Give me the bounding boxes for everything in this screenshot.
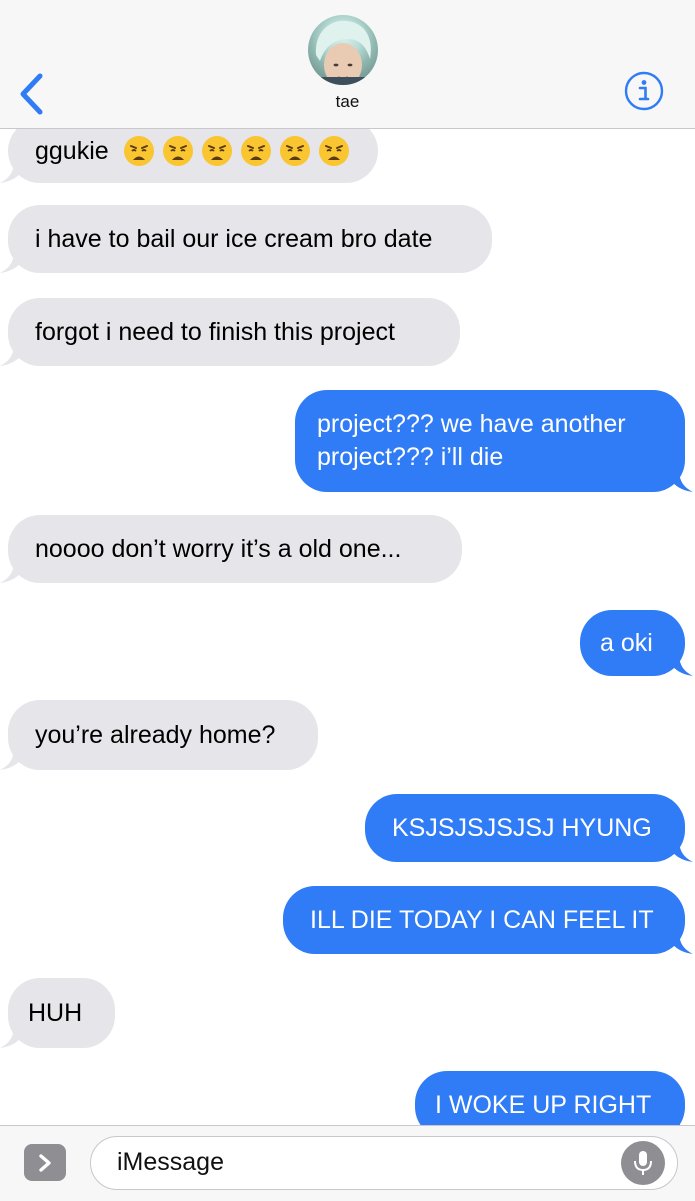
message-text: forgot i need to finish this project (35, 317, 395, 346)
incoming-message-bubble[interactable]: i have to bail our ice cream bro date (0, 205, 492, 273)
outgoing-message-bubble[interactable]: KSJSJSJSJSJ HYUNG (365, 794, 693, 862)
message-text: noooo don’t worry it’s a old one... (35, 534, 402, 563)
info-button[interactable] (623, 70, 665, 112)
chevron-right-icon (39, 1154, 51, 1172)
message-text: i have to bail our ice cream bro date (35, 224, 433, 253)
outgoing-message-bubble[interactable]: a oki (580, 610, 693, 676)
conversation-header: tae (0, 0, 695, 129)
message-text: a oki (600, 628, 653, 657)
imessage-placeholder: iMessage (117, 1148, 224, 1176)
incoming-message-bubble[interactable]: you’re already home? (0, 700, 318, 770)
weary-face-icon (123, 136, 154, 166)
weary-face-icon (240, 136, 271, 166)
imessage-input[interactable]: iMessage (90, 1136, 678, 1190)
contact-avatar[interactable] (308, 15, 378, 85)
message-text: HUH (28, 998, 83, 1027)
message-text: KSJSJSJSJSJ HYUNG (392, 813, 652, 842)
message-text: I WOKE UP RIGHT (435, 1090, 652, 1119)
outgoing-message-bubble[interactable]: project??? we have another project??? i’… (295, 390, 693, 492)
weary-face-icon (162, 136, 193, 166)
incoming-message-bubble[interactable]: HUH (0, 978, 115, 1048)
weary-face-icon (279, 136, 310, 166)
weary-face-icon (201, 136, 232, 166)
dictation-button[interactable] (621, 1141, 665, 1185)
info-icon (624, 71, 664, 111)
message-text: project??? we have another project??? i’… (317, 410, 626, 471)
message-text: you’re already home? (35, 720, 276, 749)
incoming-message-bubble[interactable]: forgot i need to finish this project (0, 298, 460, 366)
incoming-message-bubble[interactable]: ggukie (0, 129, 378, 183)
microphone-icon (634, 1151, 652, 1175)
weary-face-icon (318, 136, 349, 166)
outgoing-message-bubble[interactable]: ILL DIE TODAY I CAN FEEL IT (283, 886, 693, 954)
apps-button[interactable] (24, 1144, 66, 1181)
contact-name[interactable]: tae (0, 92, 695, 112)
message-transcript[interactable]: ggukie i have to bail our ice cream bro … (0, 129, 695, 1125)
message-text: ILL DIE TODAY I CAN FEEL IT (310, 905, 654, 934)
message-text: ggukie (35, 136, 109, 165)
outgoing-message-bubble[interactable]: I WOKE UP RIGHT (415, 1071, 685, 1125)
incoming-message-bubble[interactable]: noooo don’t worry it’s a old one... (0, 515, 462, 583)
message-composer: iMessage (0, 1125, 695, 1201)
emoji-group (123, 135, 350, 167)
